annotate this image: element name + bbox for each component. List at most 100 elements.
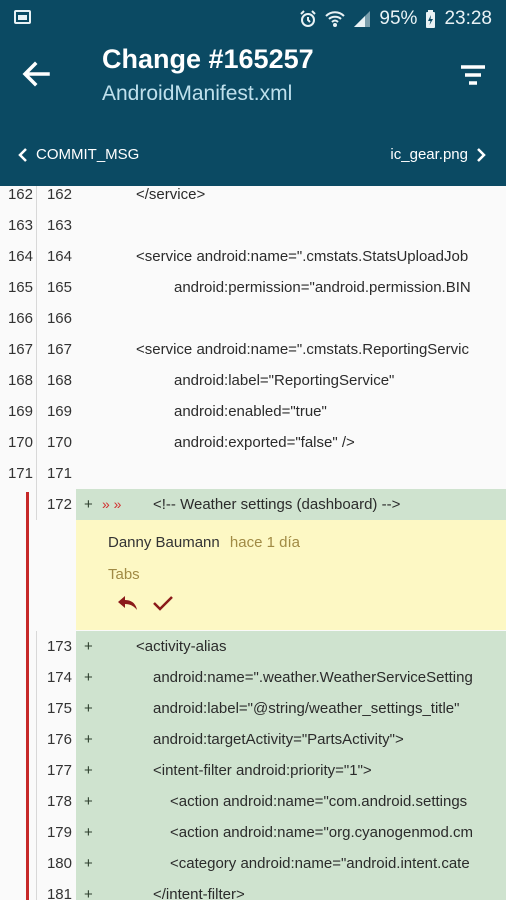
reply-icon[interactable] <box>116 594 138 612</box>
new-line-number: 163 <box>46 217 72 234</box>
file-navigation: COMMIT_MSG ic_gear.png <box>0 128 506 186</box>
diff-line: 162 162 </service> <box>0 186 506 210</box>
code-text: android:name=".weather.WeatherServiceSet… <box>153 669 473 686</box>
added-sign: + <box>84 496 93 513</box>
new-line-number: 173 <box>46 638 72 655</box>
comment-time: hace 1 día <box>229 534 300 551</box>
new-line-number: 174 <box>46 669 72 686</box>
comment-header: Danny Baumann hace 1 día <box>108 534 300 551</box>
added-line: 177 + <intent-filter android:priority="1… <box>0 755 506 786</box>
old-line-number: 165 <box>7 279 33 296</box>
code-text: android:permission="android.permission.B… <box>174 279 471 296</box>
previous-file-button[interactable]: COMMIT_MSG <box>18 146 139 163</box>
diff-line: 171 171 <box>0 458 506 489</box>
added-sign: + <box>84 700 93 717</box>
code-text: <activity-alias <box>136 638 227 655</box>
back-arrow-icon[interactable] <box>18 56 54 92</box>
old-line-number: 170 <box>7 434 33 451</box>
new-line-number: 165 <box>46 279 72 296</box>
new-line-number: 176 <box>46 731 72 748</box>
new-line-number: 166 <box>46 310 72 327</box>
comment-author: Danny Baumann <box>108 534 220 551</box>
new-line-number: 181 <box>46 886 72 900</box>
signal-icon <box>354 11 371 27</box>
clock: 23:28 <box>444 8 492 29</box>
old-line-number: 167 <box>7 341 33 358</box>
file-name: AndroidManifest.xml <box>102 82 293 105</box>
code-text: </service> <box>136 186 206 203</box>
new-line-number: 167 <box>46 341 72 358</box>
new-line-number: 178 <box>46 793 72 810</box>
added-sign: + <box>84 762 93 779</box>
new-line-number: 162 <box>46 186 72 203</box>
chevron-right-icon <box>477 147 486 162</box>
diff-line: 167 167 <service android:name=".cmstats.… <box>0 334 506 365</box>
battery-percent: 95% <box>379 8 418 29</box>
status-bar: 95% 23:28 <box>0 0 506 36</box>
added-sign: + <box>84 886 93 900</box>
filter-icon[interactable] <box>458 60 488 90</box>
old-line-number: 169 <box>7 403 33 420</box>
added-line: 174 + android:name=".weather.WeatherServ… <box>0 662 506 693</box>
added-line: 178 + <action android:name="com.android.… <box>0 786 506 817</box>
gallery-icon <box>14 10 31 24</box>
new-line-number: 164 <box>46 248 72 265</box>
app-bar: Change #165257 AndroidManifest.xml <box>0 36 506 128</box>
alarm-icon <box>300 10 317 27</box>
old-line-number: 171 <box>7 465 33 482</box>
code-text: android:enabled="true" <box>174 403 327 420</box>
old-line-number: 164 <box>7 248 33 265</box>
new-line-number: 177 <box>46 762 72 779</box>
code-text: android:label="@string/weather_settings_… <box>153 700 460 717</box>
next-file-label: ic_gear.png <box>390 146 468 163</box>
code-text: android:exported="false" /> <box>174 434 355 451</box>
added-sign: + <box>84 793 93 810</box>
tab-markers: » » <box>102 496 122 512</box>
added-line: 173 + <activity-alias <box>0 631 506 662</box>
inline-comment[interactable]: Danny Baumann hace 1 día Tabs <box>76 520 506 630</box>
diff-line: 163 163 <box>0 210 506 241</box>
old-line-number: 166 <box>7 310 33 327</box>
diff-line: 169 169 android:enabled="true" <box>0 396 506 427</box>
diff-line: 165 165 android:permission="android.perm… <box>0 272 506 303</box>
new-line-number: 168 <box>46 372 72 389</box>
added-line: 172 + » » <!-- Weather settings (dashboa… <box>0 489 506 520</box>
code-text: <intent-filter android:priority="1"> <box>153 762 372 779</box>
new-line-number: 170 <box>46 434 72 451</box>
added-line: 180 + <category android:name="android.in… <box>0 848 506 879</box>
code-text: <action android:name="com.android.settin… <box>170 793 468 810</box>
new-line-number: 179 <box>46 824 72 841</box>
page-title: Change #165257 <box>102 44 314 74</box>
new-line-number: 175 <box>46 700 72 717</box>
code-text: android:label="ReportingService" <box>174 372 395 389</box>
diff-line: 166 166 <box>0 303 506 334</box>
added-line: 179 + <action android:name="org.cyanogen… <box>0 817 506 848</box>
new-line-number: 172 <box>46 496 72 513</box>
next-file-button[interactable]: ic_gear.png <box>390 146 486 163</box>
new-line-number: 180 <box>46 855 72 872</box>
wifi-icon <box>325 11 346 27</box>
code-text: android:targetActivity="PartsActivity"> <box>153 731 404 748</box>
old-line-number: 162 <box>7 186 33 203</box>
chevron-left-icon <box>18 147 27 162</box>
diff-line: 168 168 android:label="ReportingService" <box>0 365 506 396</box>
added-sign: + <box>84 824 93 841</box>
added-line: 175 + android:label="@string/weather_set… <box>0 693 506 724</box>
added-sign: + <box>84 669 93 686</box>
battery-charging-icon <box>426 9 436 28</box>
diff-line: 164 164 <service android:name=".cmstats.… <box>0 241 506 272</box>
comment-message: Tabs <box>108 566 140 583</box>
status-indicators: 95% 23:28 <box>299 8 492 30</box>
code-text: <action android:name="org.cyanogenmod.cm <box>170 824 474 841</box>
added-sign: + <box>84 638 93 655</box>
added-sign: + <box>84 731 93 748</box>
added-sign: + <box>84 855 93 872</box>
done-check-icon[interactable] <box>152 594 174 612</box>
diff-line: 170 170 android:exported="false" /> <box>0 427 506 458</box>
added-line: 176 + android:targetActivity="PartsActiv… <box>0 724 506 755</box>
added-line: 181 + </intent-filter> <box>0 879 506 900</box>
code-text: <category android:name="android.intent.c… <box>170 855 470 872</box>
diff-view[interactable]: 162 162 </service> 163 163 164 164 <serv… <box>0 186 506 900</box>
code-text: <!-- Weather settings (dashboard) --> <box>153 496 401 513</box>
new-line-number: 171 <box>46 465 72 482</box>
